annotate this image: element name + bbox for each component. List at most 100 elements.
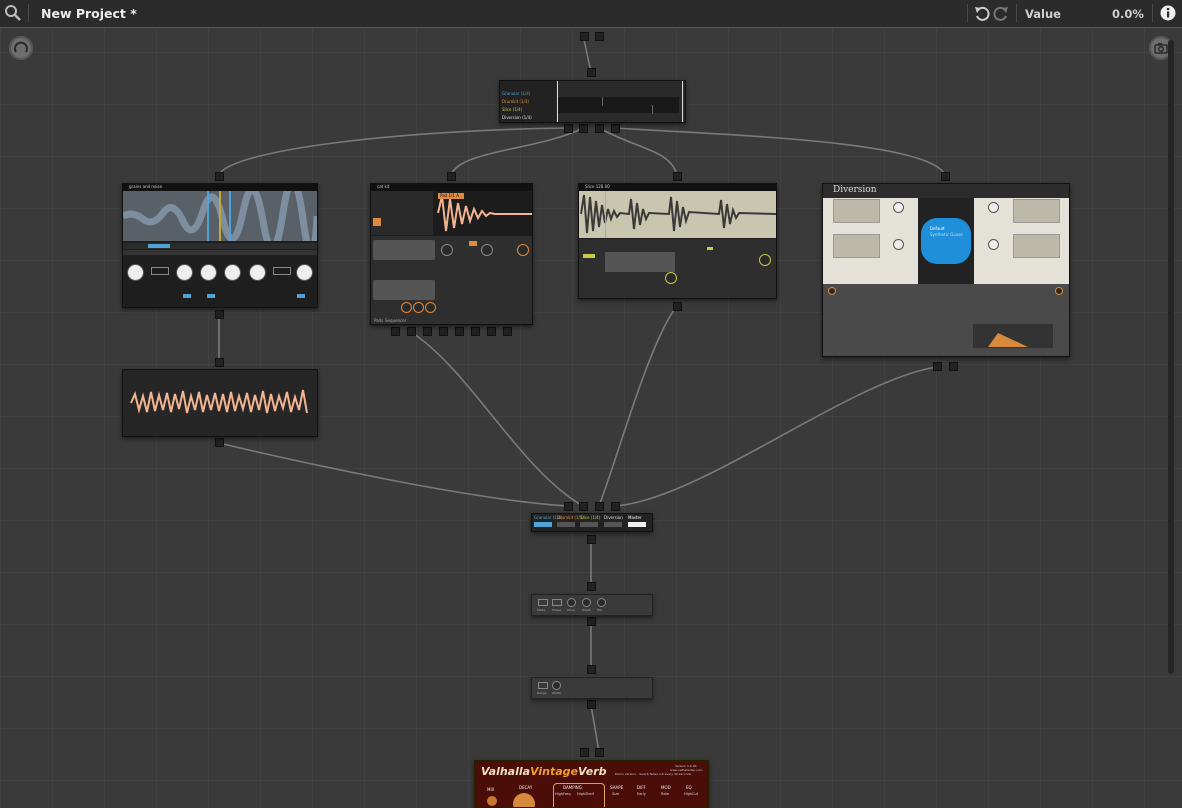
slicer-node[interactable]: Slice 128.00 [578,183,777,299]
pan-knob[interactable] [296,264,313,281]
port[interactable] [215,172,224,181]
port[interactable] [587,700,596,709]
drum-footer-tab[interactable]: Sequencer [385,318,406,323]
diversion-synth-node[interactable]: Diversion Default Synthetic Goose [822,183,1070,357]
mixer-channel[interactable]: Diversion [604,515,623,520]
port[interactable] [941,172,950,181]
port[interactable] [391,327,400,336]
port[interactable] [580,748,589,757]
port[interactable] [439,327,448,336]
cable [590,704,600,753]
synth-knob[interactable] [828,287,836,295]
port[interactable] [215,438,224,447]
diversion-logo: Diversion [833,185,877,195]
cable [614,127,946,176]
synth-knob[interactable] [988,239,999,250]
port[interactable] [595,124,604,133]
granular-output-node[interactable] [122,369,318,437]
drum-knob[interactable] [413,302,424,313]
channel-meter[interactable] [534,522,552,527]
port[interactable] [595,32,604,41]
valhalla-reverb-node[interactable]: ValhallaVintageVerb Version 1.2.0b www.v… [474,760,709,808]
port[interactable] [587,582,596,591]
port[interactable] [215,310,224,319]
fx1-knob[interactable] [597,598,606,607]
speed-knob[interactable] [200,264,217,281]
port[interactable] [503,327,512,336]
port[interactable] [587,665,596,674]
port[interactable] [611,502,620,511]
drum-pad-active[interactable] [373,218,381,226]
drum-node[interactable]: cat kit Pad 1/1 A Pads Sequencer [370,183,533,325]
mixer-channel[interactable]: Master [628,515,642,520]
drum-knob[interactable] [441,244,453,256]
drum-title: cat kit [377,184,390,189]
cable [598,305,678,507]
sequencer-node[interactable]: Granular (1/4) Drumkit (1/3) Slice (1/4)… [499,80,686,123]
cable [218,442,569,507]
port[interactable] [580,32,589,41]
cable [410,331,584,507]
port[interactable] [564,124,573,133]
port[interactable] [949,362,958,371]
drum-knob[interactable] [425,302,436,313]
mixer-node[interactable]: Granular (1/4) Drumkit (1/3) Slice (1/4)… [531,513,653,532]
port[interactable] [487,327,496,336]
port[interactable] [407,327,416,336]
cable [598,127,678,176]
cable [218,127,569,176]
synth-knob[interactable] [893,202,904,213]
track-label: Diversion (1/4) [502,115,532,120]
port[interactable] [587,617,596,626]
port[interactable] [587,68,596,77]
synth-knob[interactable] [1055,287,1063,295]
synth-knob[interactable] [988,202,999,213]
port[interactable] [933,362,942,371]
port[interactable] [579,502,588,511]
port[interactable] [423,327,432,336]
channel-meter[interactable] [580,522,598,527]
port[interactable] [215,358,224,367]
port[interactable] [471,327,480,336]
drum-footer-tab[interactable]: Pads [374,318,383,323]
port[interactable] [455,327,464,336]
fx2-knob[interactable] [552,681,561,690]
slicer-knob[interactable] [665,272,677,284]
slicer-title: Slice 128.00 [585,184,610,189]
attack-knob[interactable] [249,264,266,281]
port[interactable] [611,124,620,133]
port[interactable] [447,172,456,181]
port[interactable] [673,172,682,181]
port[interactable] [564,502,573,511]
mixer-channel[interactable]: Slice (1/4) [580,515,600,520]
preset-screen[interactable]: Default Synthetic Goose [921,218,971,264]
pad-label: Pad 1/1 A [440,193,459,198]
fx2-node[interactable]: Range Width [531,677,653,699]
channel-meter[interactable] [604,522,622,527]
channel-meter[interactable] [628,522,646,527]
port[interactable] [587,535,596,544]
density-knob[interactable] [224,264,241,281]
drum-knob[interactable] [517,244,529,256]
fx1-node[interactable]: Mode Shape Drive Depth Mix [531,594,653,616]
port[interactable] [595,502,604,511]
granular-waveform[interactable] [123,184,317,258]
port[interactable] [673,302,682,311]
fx1-knob[interactable] [567,598,576,607]
mix-knob[interactable] [487,796,497,806]
synth-knob[interactable] [893,239,904,250]
pitch-knob[interactable] [127,264,144,281]
granular-node[interactable]: grains and noise [122,183,318,308]
cable [450,127,584,176]
track-label: Drumkit (1/3) [502,99,529,104]
speed-knob[interactable] [176,264,193,281]
port[interactable] [595,748,604,757]
drum-knob[interactable] [481,244,493,256]
slicer-knob[interactable] [759,254,771,266]
drum-knob[interactable] [401,302,412,313]
granular-title: grains and noise [129,184,163,189]
port[interactable] [579,124,588,133]
channel-meter[interactable] [557,522,575,527]
fx1-knob[interactable] [582,598,591,607]
track-label: Slice (1/4) [502,107,523,112]
